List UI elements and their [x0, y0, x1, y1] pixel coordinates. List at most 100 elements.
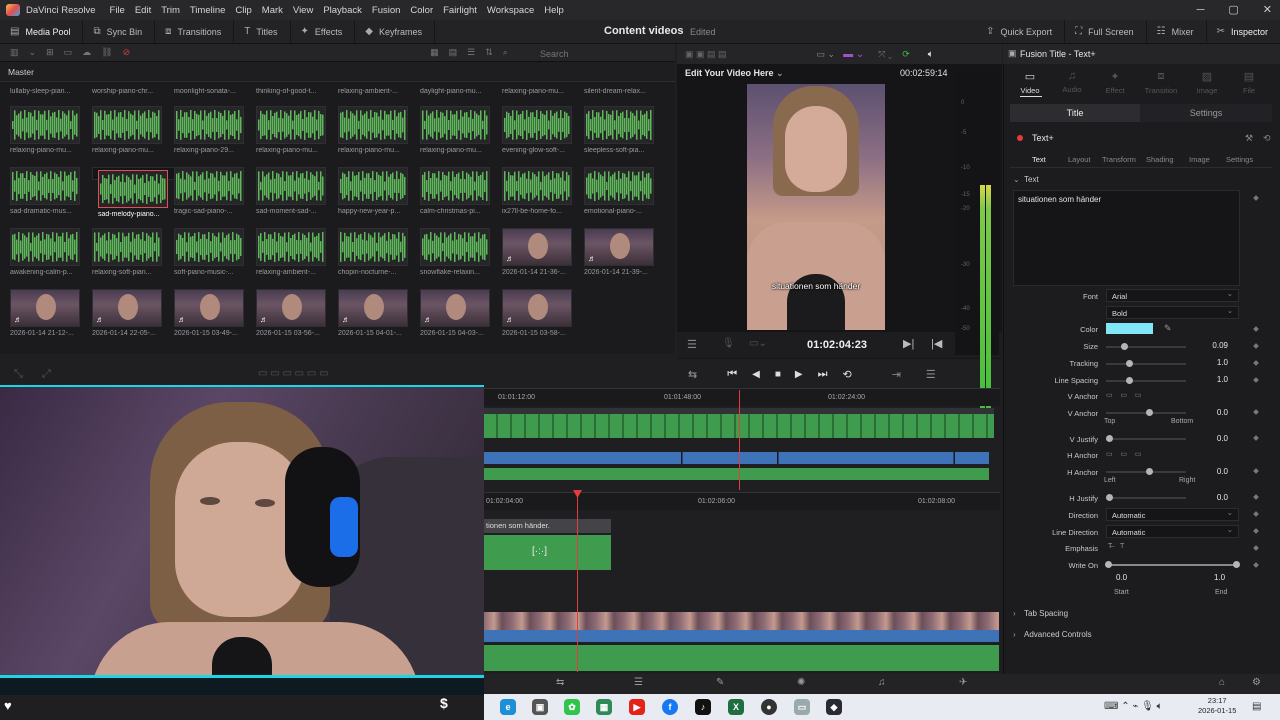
panel-toggle-icon[interactable]: ▥: [10, 47, 19, 58]
cut-page-icon[interactable]: ⇆: [556, 677, 564, 688]
home-icon[interactable]: ⌂: [1219, 677, 1225, 688]
style-select[interactable]: Bold: [1106, 306, 1239, 319]
link-icon[interactable]: ⛓: [101, 47, 112, 58]
v-anchor-value[interactable]: 0.0: [1192, 408, 1228, 417]
color-swatch[interactable]: [1106, 323, 1153, 334]
video-clip[interactable]: ♬ 2026-01-15 04-03-...: [420, 289, 490, 337]
sync-bin-button[interactable]: ⧉ Sync Bin: [83, 19, 156, 44]
slider-knob[interactable]: [1146, 409, 1153, 416]
import-icon[interactable]: ⊞: [46, 47, 54, 58]
anchor-options-icon[interactable]: ▭ ▭ ▭: [1106, 391, 1141, 399]
text-section-header[interactable]: Text: [1024, 175, 1039, 184]
slider-knob[interactable]: [1126, 360, 1133, 367]
timeline-tool-icon[interactable]: ⤡: [14, 368, 23, 381]
menu-clip[interactable]: Clip: [235, 5, 251, 16]
keyframes-button[interactable]: ◆ Keyframes: [355, 19, 435, 44]
tab-transition[interactable]: ⧈ Transition: [1139, 70, 1183, 95]
audio-clip[interactable]: snowflake-relaxin...: [420, 228, 490, 276]
repeat-icon[interactable]: ⟲: [842, 368, 851, 381]
anchor-options-icon[interactable]: ▭ ▭ ▭: [1106, 450, 1141, 458]
menu-view[interactable]: View: [293, 5, 313, 16]
fairlight-page-icon[interactable]: ♫: [878, 677, 886, 688]
notification-icon[interactable]: ▤: [1252, 701, 1261, 712]
overview-audio-track-1[interactable]: [484, 452, 989, 464]
line-spacing-value[interactable]: 1.0: [1192, 375, 1228, 384]
audio-clip[interactable]: calm-christmas-pi...: [420, 167, 490, 215]
minimize-icon[interactable]: ─: [1197, 4, 1205, 16]
slider-knob[interactable]: [1126, 377, 1133, 384]
audio-clip[interactable]: emotional-piano-...: [584, 167, 654, 215]
search-input[interactable]: [540, 47, 660, 60]
media-pool-button[interactable]: ▤ Media Pool: [0, 19, 84, 44]
range-start-knob[interactable]: [1105, 561, 1112, 568]
filmstrip-view-icon[interactable]: ▤: [449, 47, 458, 58]
full-screen-button[interactable]: ⛶ Full Screen: [1065, 19, 1147, 44]
color-mode-icon[interactable]: ▬ ⌄: [843, 49, 864, 60]
titles-button[interactable]: T Titles: [234, 19, 291, 44]
thumbnail-view-icon[interactable]: ▦: [430, 47, 439, 58]
section-tab-text[interactable]: Text: [1032, 155, 1046, 164]
list-view-icon[interactable]: ☰: [467, 47, 475, 58]
text-plus-clip[interactable]: [·:·]: [484, 535, 611, 570]
deliver-page-icon[interactable]: ✈: [959, 677, 967, 688]
youtube-icon[interactable]: ▶: [629, 699, 645, 715]
app-icon[interactable]: ✿: [564, 699, 580, 715]
stop-icon[interactable]: ■: [775, 369, 781, 380]
slider-knob[interactable]: [1121, 343, 1128, 350]
audio-clip[interactable]: awakening-calm-p...: [10, 228, 80, 276]
timeline-menu-icon[interactable]: ☰: [926, 368, 936, 381]
range-end-knob[interactable]: [1233, 561, 1240, 568]
chevron-right-icon[interactable]: ›: [1013, 630, 1016, 639]
video-clip[interactable]: ♬ 2026-01-14 21-39-...: [584, 228, 654, 276]
mixer-button[interactable]: ☷ Mixer: [1147, 19, 1207, 44]
folder-icon[interactable]: ▭: [64, 47, 73, 58]
davinci-resolve-icon[interactable]: ◆: [826, 699, 842, 715]
audio-clip[interactable]: relaxing-piano-29...: [174, 106, 244, 154]
dropdown-icon[interactable]: ⌄: [29, 47, 37, 58]
tray-icons[interactable]: ⌨ ⌃ ⌁ 🎙︎ 🔈︎: [1104, 701, 1163, 712]
overview-playhead[interactable]: [739, 390, 740, 490]
audio-clip[interactable]: ix27ll-be-home-fo...: [502, 167, 572, 215]
mic-icon[interactable]: 🎙︎: [722, 338, 735, 349]
section-tab-transform[interactable]: Transform: [1102, 155, 1136, 164]
detail-ruler[interactable]: 01:02:04:00 01:02:06:00 01:02:08:00: [484, 492, 1000, 510]
app-icon[interactable]: ▣: [532, 699, 548, 715]
audio-clip[interactable]: evening-glow-soft-...: [502, 106, 572, 154]
audio-clip[interactable]: sad-moment-sad-...: [256, 167, 326, 215]
close-icon[interactable]: ✕: [1263, 4, 1272, 16]
video-clip[interactable]: ♬ 2026-01-14 21-36-...: [502, 228, 572, 276]
v-justify-value[interactable]: 0.0: [1192, 434, 1228, 443]
audio-clip[interactable]: tragic-sad-piano-...: [174, 167, 244, 215]
video-track-thumbnails[interactable]: [484, 612, 999, 630]
chevron-down-icon[interactable]: ⌄: [1013, 175, 1020, 184]
tab-file[interactable]: ▤ File: [1227, 70, 1271, 95]
excel-icon[interactable]: X: [728, 699, 744, 715]
audio-clip[interactable]: happy-new-year-p...: [338, 167, 408, 215]
settings-icon[interactable]: ⚙: [1252, 677, 1261, 688]
menu-color[interactable]: Color: [410, 5, 433, 16]
audio-clip[interactable]: relaxing-piano-mu...: [92, 106, 162, 154]
h-justify-value[interactable]: 0.0: [1192, 493, 1228, 502]
chevron-right-icon[interactable]: ›: [1013, 609, 1016, 618]
section-tab-layout[interactable]: Layout: [1068, 155, 1091, 164]
v-justify-slider[interactable]: [1106, 435, 1186, 442]
direction-select[interactable]: Automatic: [1106, 508, 1239, 521]
subtitle-clip[interactable]: tionen som händer.: [484, 519, 611, 533]
text-input[interactable]: situationen som händer: [1013, 190, 1240, 286]
line-spacing-slider[interactable]: [1106, 377, 1186, 384]
overview-ruler[interactable]: 01:01:12:00 01:01:48:00 01:02:24:00: [484, 388, 1000, 406]
slider-knob[interactable]: [1146, 468, 1153, 475]
tracking-slider[interactable]: [1106, 360, 1186, 367]
trim-icon[interactable]: ⇥: [892, 368, 901, 381]
edit-page-icon[interactable]: ☰: [634, 677, 643, 688]
viewer-tools-icon[interactable]: ▣ ▣ ▤ ▤: [685, 49, 727, 60]
cloud-icon[interactable]: ☁: [82, 47, 91, 58]
h-anchor-slider[interactable]: [1106, 468, 1186, 475]
video-clip[interactable]: ♬ 2026-01-15 03-49-...: [174, 289, 244, 337]
write-on-start-value[interactable]: 0.0: [1116, 573, 1127, 582]
h-anchor-value[interactable]: 0.0: [1192, 467, 1228, 476]
facebook-icon[interactable]: f: [662, 699, 678, 715]
effects-button[interactable]: ✦ Effects: [291, 19, 356, 44]
video-clip[interactable]: ♬ 2026-01-14 21-12-...: [10, 289, 80, 337]
overview-audio-track-2[interactable]: [484, 468, 989, 480]
